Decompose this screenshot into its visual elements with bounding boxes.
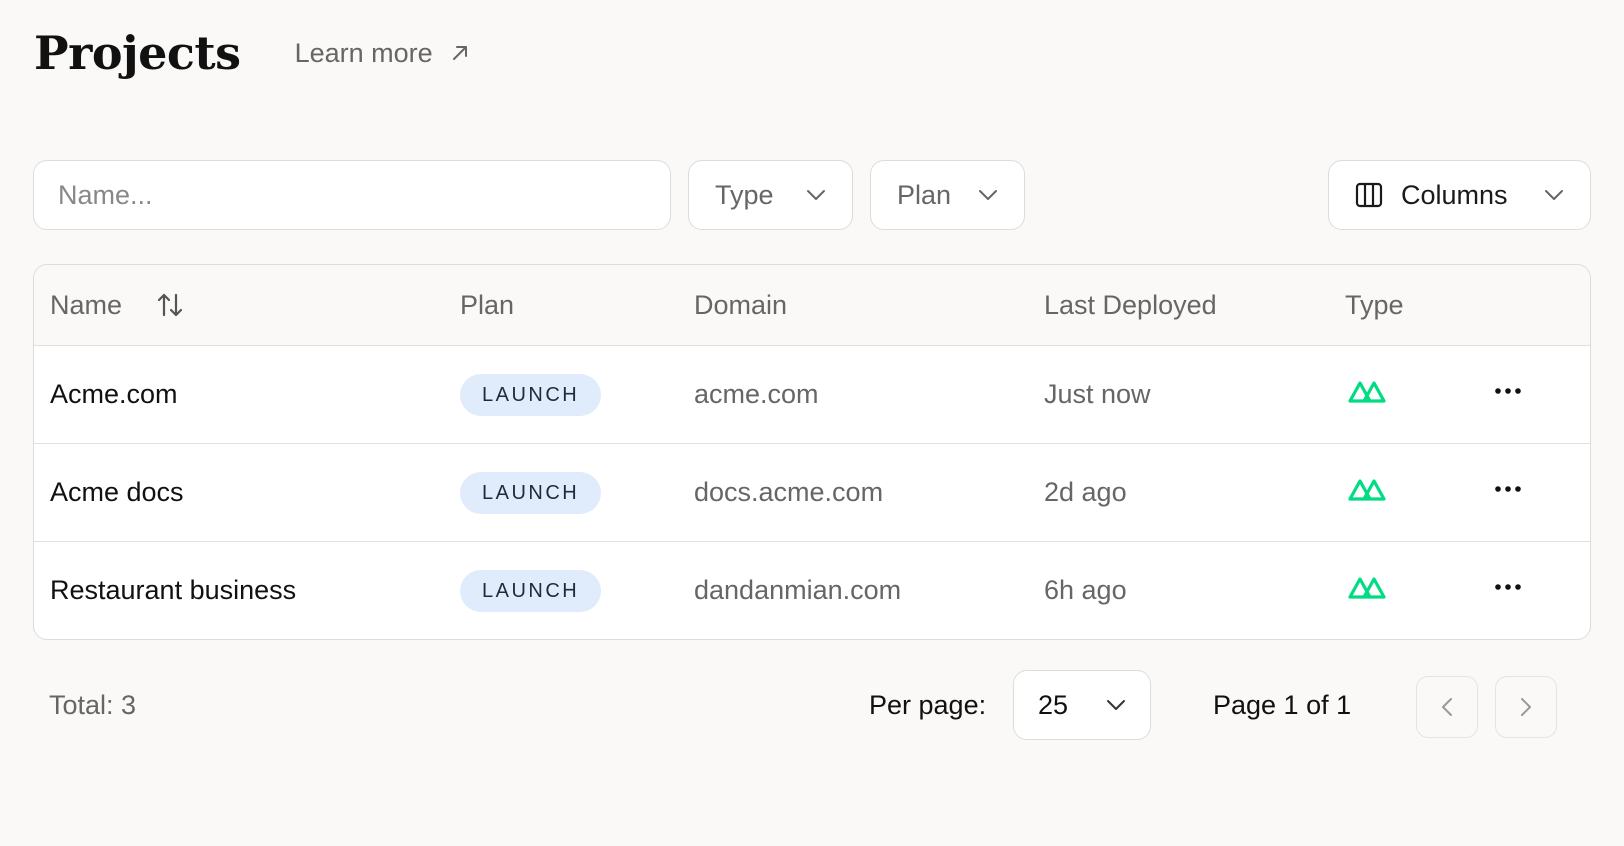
per-page-value: 25 bbox=[1038, 689, 1069, 720]
projects-table: Name Plan Domain Last Deployed Type Acme… bbox=[33, 264, 1591, 640]
project-domain: docs.acme.com bbox=[694, 477, 884, 507]
table-row[interactable]: Restaurant business LAUNCH dandanmian.co… bbox=[34, 542, 1590, 639]
columns-label: Columns bbox=[1401, 179, 1508, 210]
more-horizontal-icon bbox=[1495, 485, 1521, 492]
external-arrow-icon bbox=[452, 46, 467, 60]
page-title: Projects bbox=[34, 26, 241, 80]
last-deployed: Just now bbox=[1044, 379, 1151, 409]
plan-badge: LAUNCH bbox=[460, 569, 602, 612]
more-horizontal-icon bbox=[1495, 387, 1521, 394]
column-header-type: Type bbox=[1345, 289, 1404, 320]
chevron-right-icon bbox=[1521, 698, 1531, 716]
plan-cell: LAUNCH bbox=[460, 444, 602, 541]
nuxt-icon bbox=[1348, 478, 1386, 501]
column-header-name-label: Name bbox=[50, 289, 123, 320]
project-domain: dandanmian.com bbox=[694, 575, 902, 605]
per-page-select[interactable]: 25 bbox=[1013, 670, 1151, 740]
chevron-down-icon bbox=[807, 190, 825, 200]
learn-more-link[interactable]: Learn more bbox=[295, 38, 469, 69]
chevron-left-icon bbox=[1442, 698, 1452, 716]
row-actions-button[interactable] bbox=[1494, 538, 1522, 635]
learn-more-label: Learn more bbox=[294, 37, 433, 68]
plan-badge: LAUNCH bbox=[460, 471, 602, 514]
type-cell bbox=[1347, 342, 1387, 439]
plan-badge: LAUNCH bbox=[460, 373, 602, 416]
type-filter-select[interactable]: Type bbox=[688, 160, 853, 230]
chevron-down-icon bbox=[1107, 700, 1125, 710]
table-row[interactable]: Acme docs LAUNCH docs.acme.com 2d ago bbox=[34, 444, 1590, 542]
total-count: Total: 3 bbox=[49, 689, 137, 720]
column-header-domain: Domain bbox=[694, 289, 788, 320]
columns-icon bbox=[1355, 182, 1383, 208]
previous-page-button[interactable] bbox=[1416, 676, 1478, 738]
next-page-button[interactable] bbox=[1495, 676, 1557, 738]
column-header-plan: Plan bbox=[460, 289, 515, 320]
filter-toolbar: Type Plan Columns bbox=[33, 160, 1591, 230]
nuxt-icon bbox=[1348, 380, 1386, 403]
project-domain: acme.com bbox=[694, 379, 819, 409]
column-header-last-deployed: Last Deployed bbox=[1044, 289, 1217, 320]
plan-cell: LAUNCH bbox=[460, 346, 602, 443]
page-indicator: Page 1 of 1 bbox=[1213, 689, 1352, 720]
type-cell bbox=[1347, 440, 1387, 537]
sort-icon bbox=[157, 293, 183, 317]
row-actions-button[interactable] bbox=[1494, 440, 1522, 537]
project-name: Restaurant business bbox=[50, 575, 297, 605]
column-header-name[interactable]: Name bbox=[50, 265, 184, 345]
per-page-label: Per page: bbox=[869, 689, 987, 720]
last-deployed: 6h ago bbox=[1044, 575, 1127, 605]
last-deployed: 2d ago bbox=[1044, 477, 1127, 507]
name-search-input[interactable] bbox=[33, 160, 671, 230]
nuxt-icon bbox=[1348, 576, 1386, 599]
type-filter-label: Type bbox=[715, 179, 774, 210]
table-header: Name Plan Domain Last Deployed Type bbox=[34, 265, 1590, 346]
plan-filter-label: Plan bbox=[897, 179, 952, 210]
row-actions-button[interactable] bbox=[1494, 342, 1522, 439]
plan-cell: LAUNCH bbox=[460, 542, 602, 639]
table-row[interactable]: Acme.com LAUNCH acme.com Just now bbox=[34, 346, 1590, 444]
columns-select[interactable]: Columns bbox=[1328, 160, 1591, 230]
project-name: Acme docs bbox=[50, 477, 184, 507]
project-name: Acme.com bbox=[50, 379, 178, 409]
plan-filter-select[interactable]: Plan bbox=[870, 160, 1025, 230]
chevron-down-icon bbox=[979, 190, 997, 200]
page-header: Projects Learn more bbox=[34, 30, 469, 76]
pagination-footer: Total: 3 Per page: 25 Page 1 of 1 bbox=[33, 670, 1591, 740]
more-horizontal-icon bbox=[1495, 583, 1521, 590]
type-cell bbox=[1347, 538, 1387, 635]
chevron-down-icon bbox=[1545, 190, 1563, 200]
